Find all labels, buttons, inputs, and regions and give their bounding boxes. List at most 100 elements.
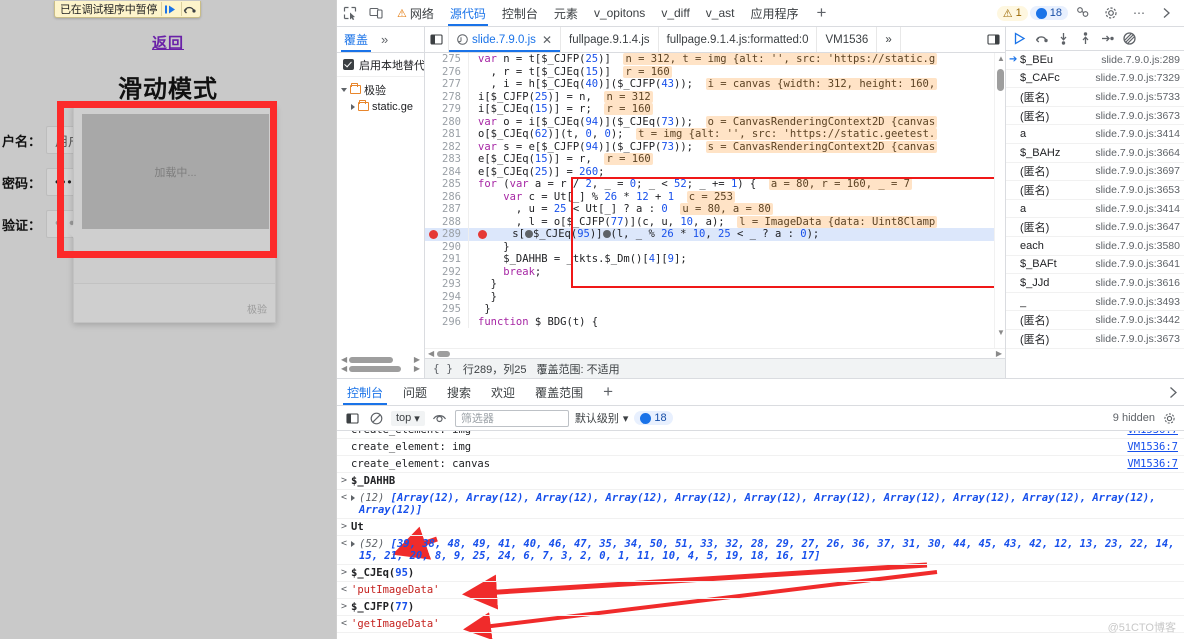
line-number[interactable]: 288: [425, 215, 469, 228]
scrollbar-thumb[interactable]: [437, 350, 451, 357]
close-devtools-icon[interactable]: [1154, 7, 1180, 19]
code-line[interactable]: 290 }: [425, 240, 1005, 253]
tab-console[interactable]: 控制台: [494, 0, 546, 26]
message-count-badge[interactable]: 18: [1029, 6, 1068, 20]
line-number[interactable]: 287: [425, 203, 469, 216]
line-number[interactable]: 293: [425, 278, 469, 291]
code-line[interactable]: 284 e[$_CJEq(25)] = 260;: [425, 165, 1005, 178]
tab-sources[interactable]: 源代码: [442, 0, 494, 26]
line-number[interactable]: 295: [425, 303, 469, 316]
call-stack-row[interactable]: (匿名) slide.7.9.0.js:3442: [1006, 311, 1184, 330]
scroll-left-icon[interactable]: ◀: [341, 364, 347, 373]
drawer-tab-search[interactable]: 搜索: [437, 379, 481, 405]
code-line[interactable]: 286 var c = Ut[_] % 26 * 12 + 1 c = 253: [425, 190, 1005, 203]
warning-count-badge[interactable]: ⚠ 1: [996, 5, 1028, 21]
call-stack-row[interactable]: (匿名) slide.7.9.0.js:3697: [1006, 163, 1184, 182]
drawer-tab-console[interactable]: 控制台: [337, 379, 393, 405]
code-line[interactable]: 275 var n = t[$_CJFP(25)] n = 312, t = im…: [425, 53, 1005, 66]
call-stack-row[interactable]: ➔ $_BEu slide.7.9.0.js:289: [1006, 51, 1184, 70]
navigator-more-tabs-icon[interactable]: »: [375, 27, 394, 52]
more-options-icon[interactable]: ⋯: [1126, 6, 1152, 20]
line-number[interactable]: 290: [425, 240, 469, 253]
execution-context-selector[interactable]: top ▾: [391, 410, 425, 426]
scrollbar-thumb[interactable]: [997, 69, 1004, 91]
expand-triangle-icon[interactable]: [351, 495, 355, 501]
scroll-right-icon[interactable]: ▶: [996, 349, 1002, 358]
line-number[interactable]: 278: [425, 90, 469, 103]
file-tab-fullpage-js[interactable]: fullpage.9.1.4.js: [561, 27, 659, 52]
file-tab-vm1536[interactable]: VM1536: [817, 27, 878, 52]
show-debugger-sidebar-icon[interactable]: [981, 33, 1005, 46]
scrollbar-thumb[interactable]: [349, 356, 394, 363]
code-line[interactable]: 277 , i = h[$_CJEq(40)]($_CJFP(43)); i =…: [425, 78, 1005, 91]
code-line[interactable]: 285 for (var a = r / 2, _ = 0; _ < 52; _ …: [425, 178, 1005, 191]
navigator-tab-overrides[interactable]: 覆盖: [337, 27, 375, 52]
editor-vertical-scrollbar[interactable]: ▲ ▼: [994, 53, 1005, 348]
line-number[interactable]: 277: [425, 78, 469, 91]
file-tab-fullpage-formatted[interactable]: fullpage.9.1.4.js:formatted:0: [659, 27, 818, 52]
drawer-tab-issues[interactable]: 问题: [393, 379, 437, 405]
code-line[interactable]: 291 $_DAHHB = _tkts.$_Dm()[4][9];: [425, 253, 1005, 266]
scroll-down-icon[interactable]: ▼: [997, 328, 1005, 337]
code-line[interactable]: 296 function $ BDG(t) {: [425, 315, 1005, 328]
code-editor[interactable]: 275 var n = t[$_CJFP(25)] n = 312, t = im…: [425, 53, 1005, 348]
code-line[interactable]: 287 , u = 25 < Ut[_] ? a : 0 u = 80, a =…: [425, 203, 1005, 216]
tab-v-diff[interactable]: v_diff: [653, 0, 697, 26]
tab-elements[interactable]: 元素: [546, 0, 586, 26]
line-number[interactable]: 279: [425, 103, 469, 116]
code-line[interactable]: 282 var s = e[$_CJFP(94)]($_CJFP(73)); s …: [425, 140, 1005, 153]
scroll-right-icon[interactable]: ▶: [414, 355, 420, 364]
line-number[interactable]: 284: [425, 165, 469, 178]
console-message-count-badge[interactable]: 18: [634, 411, 673, 425]
code-line[interactable]: 288 , l = o[$_CJFP(77)](c, u, 10, a); l …: [425, 215, 1005, 228]
call-stack-row[interactable]: a slide.7.9.0.js:3414: [1006, 125, 1184, 144]
resume-button[interactable]: [1009, 29, 1029, 49]
call-stack-row[interactable]: each slide.7.9.0.js:3580: [1006, 237, 1184, 256]
tree-item-static-ge[interactable]: static.ge: [337, 98, 424, 115]
console-source-link[interactable]: VM1536:7: [1117, 441, 1178, 453]
line-number[interactable]: 283: [425, 153, 469, 166]
line-number[interactable]: 296: [425, 315, 469, 328]
chevron-right-icon[interactable]: [351, 103, 355, 110]
call-stack-row[interactable]: $_JJd slide.7.9.0.js:3616: [1006, 274, 1184, 293]
code-line[interactable]: 278 i[$_CJFP(25)] = n, n = 312: [425, 90, 1005, 103]
console-settings-gear-icon[interactable]: [1160, 409, 1178, 427]
console-filter-input[interactable]: 筛选器: [454, 409, 569, 427]
code-line[interactable]: 293 }: [425, 278, 1005, 291]
tab-network[interactable]: ⚠ 网络: [389, 0, 442, 26]
code-line[interactable]: 295 }: [425, 303, 1005, 316]
call-stack-row[interactable]: $_BAHz slide.7.9.0.js:3664: [1006, 144, 1184, 163]
line-number[interactable]: 280: [425, 115, 469, 128]
call-stack-row[interactable]: $_CAFc slide.7.9.0.js:7329: [1006, 70, 1184, 89]
step-over-button[interactable]: [1031, 29, 1051, 49]
checkbox-icon[interactable]: [343, 59, 354, 70]
editor-horizontal-scrollbar[interactable]: ◀ ▶: [425, 348, 1005, 358]
line-number[interactable]: 282: [425, 140, 469, 153]
close-tab-icon[interactable]: ✕: [542, 33, 552, 47]
scroll-left-icon[interactable]: ◀: [428, 349, 434, 358]
drawer-tab-welcome[interactable]: 欢迎: [481, 379, 525, 405]
tab-application[interactable]: 应用程序: [742, 0, 806, 26]
scroll-left-icon[interactable]: ◀: [341, 355, 347, 364]
call-stack-row[interactable]: _ slide.7.9.0.js:3493: [1006, 293, 1184, 312]
step-out-button[interactable]: [1075, 29, 1095, 49]
captcha-slider-track[interactable]: [74, 254, 275, 284]
call-stack-row[interactable]: (匿名) slide.7.9.0.js:5733: [1006, 88, 1184, 107]
expand-triangle-icon[interactable]: [351, 541, 355, 547]
line-number[interactable]: 291: [425, 253, 469, 266]
navigator-hscrollbar-1[interactable]: ◀ ▶: [341, 355, 420, 364]
breakpoint-marker[interactable]: [429, 229, 438, 239]
clear-console-icon[interactable]: [367, 409, 385, 427]
console-messages[interactable]: create_element: img VM1536:7 create_elemen…: [337, 431, 1184, 639]
inspect-element-icon[interactable]: [337, 0, 363, 26]
call-stack-row[interactable]: $_BAFt slide.7.9.0.js:3641: [1006, 256, 1184, 275]
call-stack-row[interactable]: a slide.7.9.0.js:3414: [1006, 200, 1184, 219]
console-sidebar-toggle-icon[interactable]: [343, 409, 361, 427]
show-navigator-icon[interactable]: [425, 27, 449, 52]
back-link[interactable]: 返回: [152, 32, 184, 53]
call-stack-row[interactable]: (匿名) slide.7.9.0.js:3673: [1006, 107, 1184, 126]
scrollbar-thumb[interactable]: [349, 365, 402, 372]
code-line[interactable]: 280 var o = i[$_CJEq(94)]($_CJEq(73)); o …: [425, 115, 1005, 128]
pretty-print-icon[interactable]: { }: [433, 362, 453, 375]
drawer-add-tab-button[interactable]: +: [593, 379, 623, 405]
